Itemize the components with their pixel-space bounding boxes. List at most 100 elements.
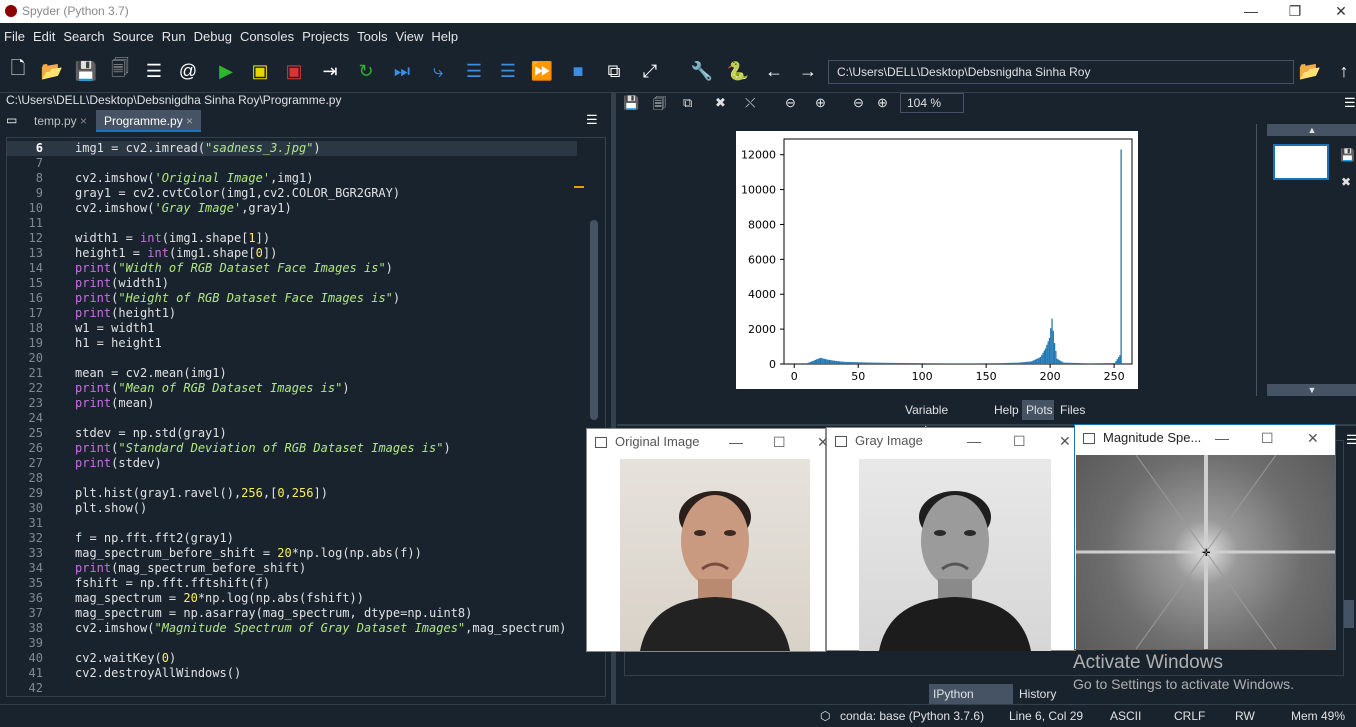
step-return-icon[interactable]: ☰ xyxy=(494,57,522,85)
close-icon[interactable]: ✕ xyxy=(1059,428,1071,454)
continue-icon[interactable]: ⏩ xyxy=(528,57,556,85)
previous-plot-icon[interactable]: ⊖ xyxy=(785,95,796,111)
tab-programme[interactable]: Programme.py × xyxy=(96,110,202,132)
back-arrow-icon[interactable]: ← xyxy=(760,57,788,85)
tab-history[interactable]: History xyxy=(1015,684,1059,704)
code-line[interactable]: 8 cv2.imshow('Original Image',img1) xyxy=(7,171,577,186)
menu-search[interactable]: Search xyxy=(59,23,108,51)
code-line[interactable]: 33 mag_spectrum_before_shift = 20*np.log(… xyxy=(7,546,577,561)
zoom-out-icon[interactable]: ⊖ xyxy=(853,95,864,111)
original-image-window[interactable]: Original Image — ☐ ✕ xyxy=(586,428,829,652)
editor-options-icon[interactable]: ☰ xyxy=(586,112,598,128)
tab-temp[interactable]: temp.py × xyxy=(26,110,95,132)
code-line[interactable]: 26 print("Standard Deviation of RGB Datas… xyxy=(7,441,577,456)
code-line[interactable]: 40 cv2.waitKey(0) xyxy=(7,651,577,666)
thumb-close-icon[interactable]: ✖ xyxy=(1341,175,1351,189)
code-line[interactable]: 10 cv2.imshow('Gray Image',gray1) xyxy=(7,201,577,216)
code-line[interactable]: 14 print("Width of RGB Dataset Face Image… xyxy=(7,261,577,276)
code-line[interactable]: 18 w1 = width1 xyxy=(7,321,577,336)
debug-icon[interactable]: ⏭ xyxy=(388,57,416,85)
restore-button[interactable]: ❐ xyxy=(1272,0,1318,23)
minimize-button[interactable]: — xyxy=(1228,0,1274,23)
menu-view[interactable]: View xyxy=(391,23,427,51)
menu-edit[interactable]: Edit xyxy=(29,23,59,51)
code-line[interactable]: 37 mag_spectrum = np.asarray(mag_spectrum… xyxy=(7,606,577,621)
code-editor[interactable]: 6 img1 = cv2.imread("sadness_3.jpg") 7 8 cv2… xyxy=(6,137,606,697)
code-line[interactable]: 28 xyxy=(7,471,577,486)
code-line[interactable]: 21 mean = cv2.mean(img1) xyxy=(7,366,577,381)
code-line[interactable]: 15 print(width1) xyxy=(7,276,577,291)
code-line[interactable]: 39 xyxy=(7,636,577,651)
minimize-icon[interactable]: — xyxy=(729,429,743,455)
run-selection-icon[interactable]: ⇥ xyxy=(316,57,344,85)
close-button[interactable]: ✕ xyxy=(1318,0,1356,23)
fullscreen-icon[interactable]: ⤢ xyxy=(636,57,664,85)
console-options-icon[interactable]: ☰ xyxy=(1346,432,1356,448)
close-icon[interactable]: ✕ xyxy=(1307,425,1319,451)
remove-all-plots-icon[interactable]: ⤬ xyxy=(745,95,755,111)
code-line[interactable]: 12 width1 = int(img1.shape[1]) xyxy=(7,231,577,246)
code-line[interactable]: 25 stdev = np.std(gray1) xyxy=(7,426,577,441)
code-line[interactable]: 9 gray1 = cv2.cvtColor(img1,cv2.COLOR_BGR… xyxy=(7,186,577,201)
code-line[interactable]: 19 h1 = height1 xyxy=(7,336,577,351)
zoom-in-icon[interactable]: ⊕ xyxy=(877,95,888,111)
thumbs-up-icon[interactable]: ▲ xyxy=(1267,124,1356,136)
menu-run[interactable]: Run xyxy=(158,23,190,51)
step-icon[interactable]: ⤷ xyxy=(424,57,452,85)
code-line[interactable]: 30 plt.show() xyxy=(7,501,577,516)
tab-variable-explorer[interactable]: Variable explorer xyxy=(901,400,989,437)
menu-consoles[interactable]: Consoles xyxy=(236,23,298,51)
code-line[interactable]: 31 xyxy=(7,516,577,531)
forward-arrow-icon[interactable]: → xyxy=(794,57,822,85)
browse-tabs-icon[interactable]: ▭ xyxy=(6,113,17,127)
code-line[interactable]: 22 print("Mean of RGB Dataset Images is") xyxy=(7,381,577,396)
code-line[interactable]: 13 height1 = int(img1.shape[0]) xyxy=(7,246,577,261)
parent-dir-icon[interactable]: ↑ xyxy=(1330,57,1356,85)
plot-thumbnail[interactable] xyxy=(1273,144,1329,180)
wrench-icon[interactable]: 🔧 xyxy=(688,57,716,85)
code-line[interactable]: 38 cv2.imshow("Magnitude Spectrum of Gray… xyxy=(7,621,577,636)
copy-plot-icon[interactable]: ⧉ xyxy=(683,95,692,111)
tab-files[interactable]: Files xyxy=(1056,400,1086,420)
code-line[interactable]: 11 xyxy=(7,216,577,231)
python-icon[interactable]: 🐍 xyxy=(724,57,752,85)
code-line[interactable]: 20 xyxy=(7,351,577,366)
run-cell-icon[interactable]: ▣ xyxy=(246,57,274,85)
code-line[interactable]: 23 print(mean) xyxy=(7,396,577,411)
code-line[interactable]: 32 f = np.fft.fft2(gray1) xyxy=(7,531,577,546)
code-line[interactable]: 29 plt.hist(gray1.ravel(),256,[0,256]) xyxy=(7,486,577,501)
code-line[interactable]: 42 xyxy=(7,681,577,696)
code-line[interactable]: 17 print(height1) xyxy=(7,306,577,321)
save-icon[interactable]: 💾 xyxy=(72,57,100,85)
step-into-icon[interactable]: ☰ xyxy=(460,57,488,85)
remove-plot-icon[interactable]: ✖ xyxy=(715,95,726,111)
code-line[interactable]: 24 xyxy=(7,411,577,426)
menu-source[interactable]: Source xyxy=(109,23,158,51)
code-line[interactable]: 36 mag_spectrum = 20*np.log(np.abs(fshift… xyxy=(7,591,577,606)
menu-tools[interactable]: Tools xyxy=(353,23,391,51)
run-icon[interactable]: ▶ xyxy=(212,57,240,85)
new-file-icon[interactable]: 🗋 xyxy=(4,57,32,85)
menu-projects[interactable]: Projects xyxy=(298,23,353,51)
menu-help[interactable]: Help xyxy=(427,23,462,51)
stop-icon[interactable]: ■ xyxy=(564,57,592,85)
tab-plots[interactable]: Plots xyxy=(1022,400,1054,420)
minimize-icon[interactable]: — xyxy=(967,428,981,454)
thumbs-down-icon[interactable]: ▼ xyxy=(1267,384,1356,396)
maximize-pane-icon[interactable]: ⧉ xyxy=(600,57,628,85)
zoom-level[interactable]: 104 % xyxy=(900,93,964,113)
browse-folder-icon[interactable]: 📂 xyxy=(1296,57,1324,85)
plots-options-icon[interactable]: ☰ xyxy=(1344,95,1356,111)
minimize-icon[interactable]: — xyxy=(1215,425,1229,451)
run-cell-advance-icon[interactable]: ▣ xyxy=(280,57,308,85)
code-line[interactable]: 35 fshift = np.fft.fftshift(f) xyxy=(7,576,577,591)
maximize-icon[interactable]: ☐ xyxy=(773,429,786,455)
code-line[interactable]: 27 print(stdev) xyxy=(7,456,577,471)
console-scrollbar[interactable] xyxy=(1344,600,1354,628)
menu-debug[interactable]: Debug xyxy=(190,23,236,51)
list-icon[interactable]: ☰ xyxy=(140,57,168,85)
rerun-icon[interactable]: ↻ xyxy=(352,57,380,85)
code-line[interactable]: 7 xyxy=(7,156,577,171)
working-directory-input[interactable]: C:\Users\DELL\Desktop\Debsnigdha Sinha R… xyxy=(828,60,1294,84)
magnitude-spectrum-window[interactable]: Magnitude Spe... — ☐ ✕ ✛ xyxy=(1074,424,1336,650)
